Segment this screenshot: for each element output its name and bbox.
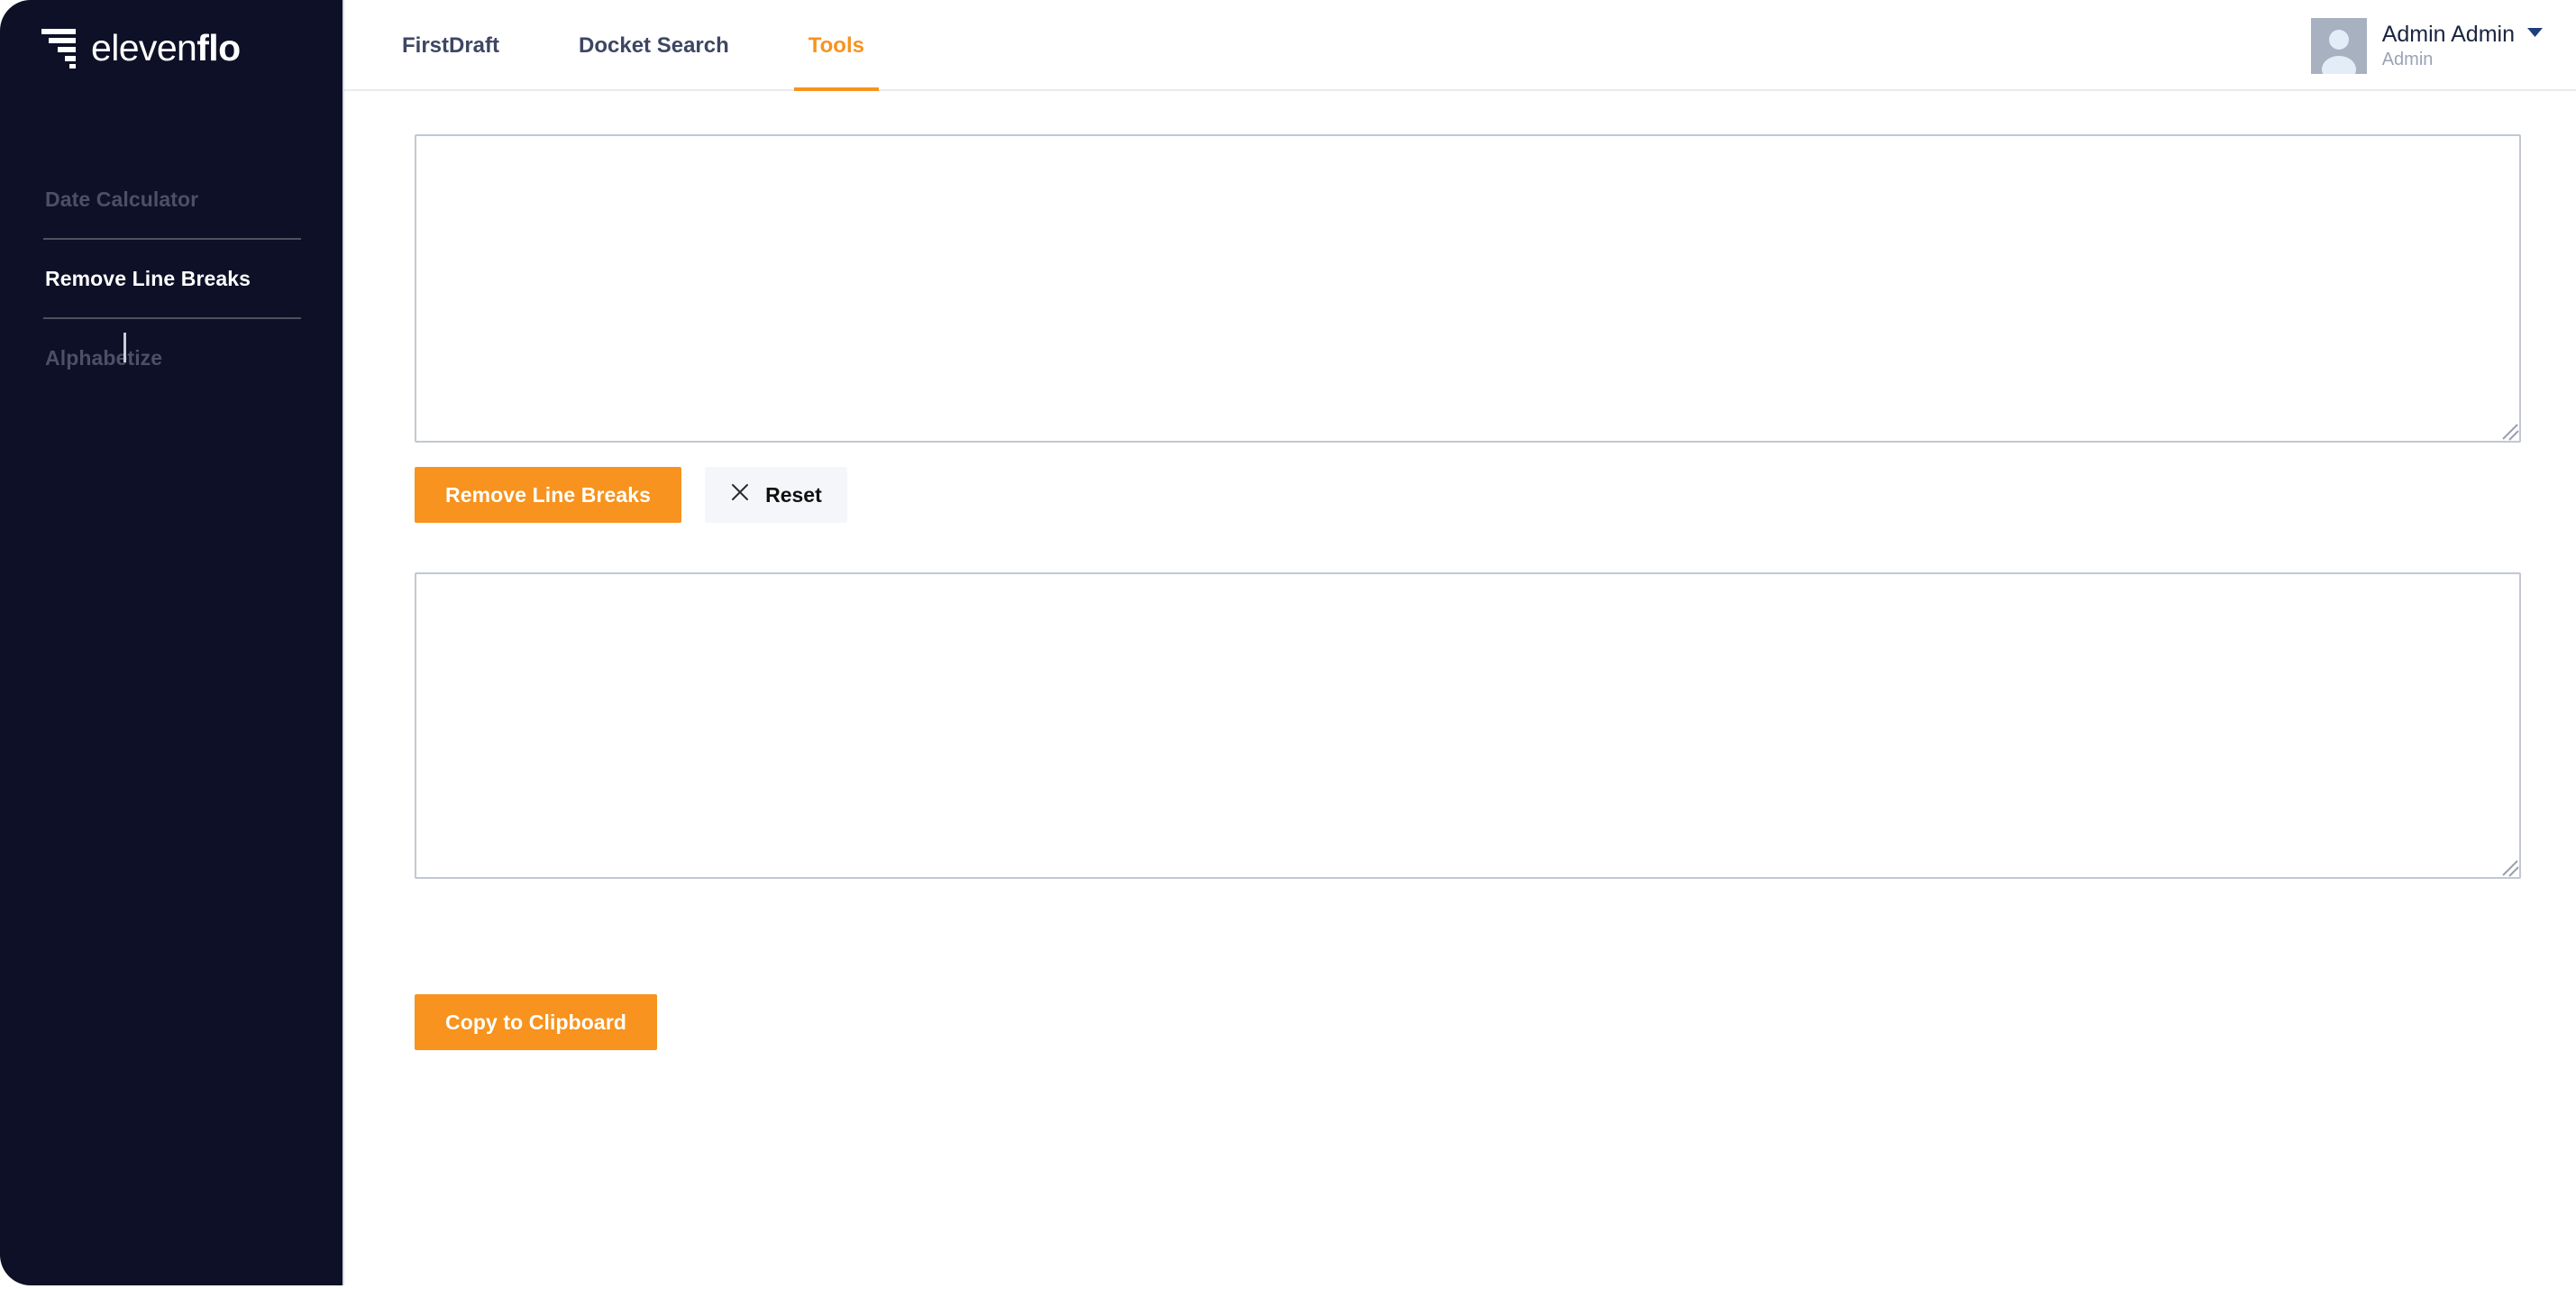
tab-label: Tools [808, 32, 864, 58]
reset-label: Reset [765, 482, 822, 507]
sidebar-item-alphabetize[interactable]: Alphabetize [0, 319, 343, 397]
user-role: Admin [2381, 49, 2434, 69]
reset-button[interactable]: Reset [705, 467, 847, 523]
sidebar-item-date-calculator[interactable]: Date Calculator [0, 160, 343, 238]
funnel-logo-icon [41, 27, 79, 69]
chevron-down-icon[interactable] [2526, 26, 2544, 42]
brand-logo[interactable]: elevenflo [41, 20, 241, 76]
brand-name-light: eleven [91, 26, 197, 69]
copy-to-clipboard-button[interactable]: Copy to Clipboard [415, 994, 658, 1050]
copy-button-wrap: Copy to Clipboard [415, 994, 658, 1050]
action-button-row: Remove Line Breaks Reset [415, 467, 847, 523]
tab-docket-search[interactable]: Docket Search [559, 0, 749, 91]
main-content: Remove Line Breaks Reset Copy to Clipboa… [344, 91, 2576, 1289]
user-name: Admin Admin [2381, 21, 2515, 47]
tab-label: FirstDraft [402, 32, 500, 58]
close-x-icon [730, 482, 750, 507]
top-header: FirstDraft Docket Search Tools Admin Adm… [344, 0, 2576, 93]
app-root: elevenflo Date Calculator Remove Line Br… [0, 0, 2576, 1289]
output-textarea[interactable] [415, 572, 2521, 879]
input-textarea[interactable] [415, 134, 2521, 443]
sidebar-item-label: Alphabetize [45, 345, 163, 370]
tab-label: Docket Search [579, 32, 729, 58]
sidebar-item-label: Remove Line Breaks [45, 266, 251, 290]
tab-tools[interactable]: Tools [789, 0, 884, 93]
brand-name-bold: flo [196, 26, 241, 69]
user-name-row: Admin Admin [2382, 22, 2544, 48]
user-meta: Admin Admin Admin [2382, 22, 2544, 70]
tab-firstdraft[interactable]: FirstDraft [382, 0, 519, 91]
brand-name: elevenflo [91, 26, 241, 69]
header-tabs: FirstDraft Docket Search Tools [382, 0, 924, 93]
sidebar-item-label: Date Calculator [45, 187, 199, 211]
sidebar: elevenflo Date Calculator Remove Line Br… [0, 0, 344, 1285]
sidebar-item-remove-line-breaks[interactable]: Remove Line Breaks [0, 240, 343, 317]
user-menu[interactable]: Admin Admin Admin [2310, 0, 2544, 91]
sidebar-nav: Date Calculator Remove Line Breaks Alpha… [0, 160, 343, 397]
user-avatar-icon [2310, 17, 2367, 74]
remove-line-breaks-button[interactable]: Remove Line Breaks [415, 467, 682, 523]
